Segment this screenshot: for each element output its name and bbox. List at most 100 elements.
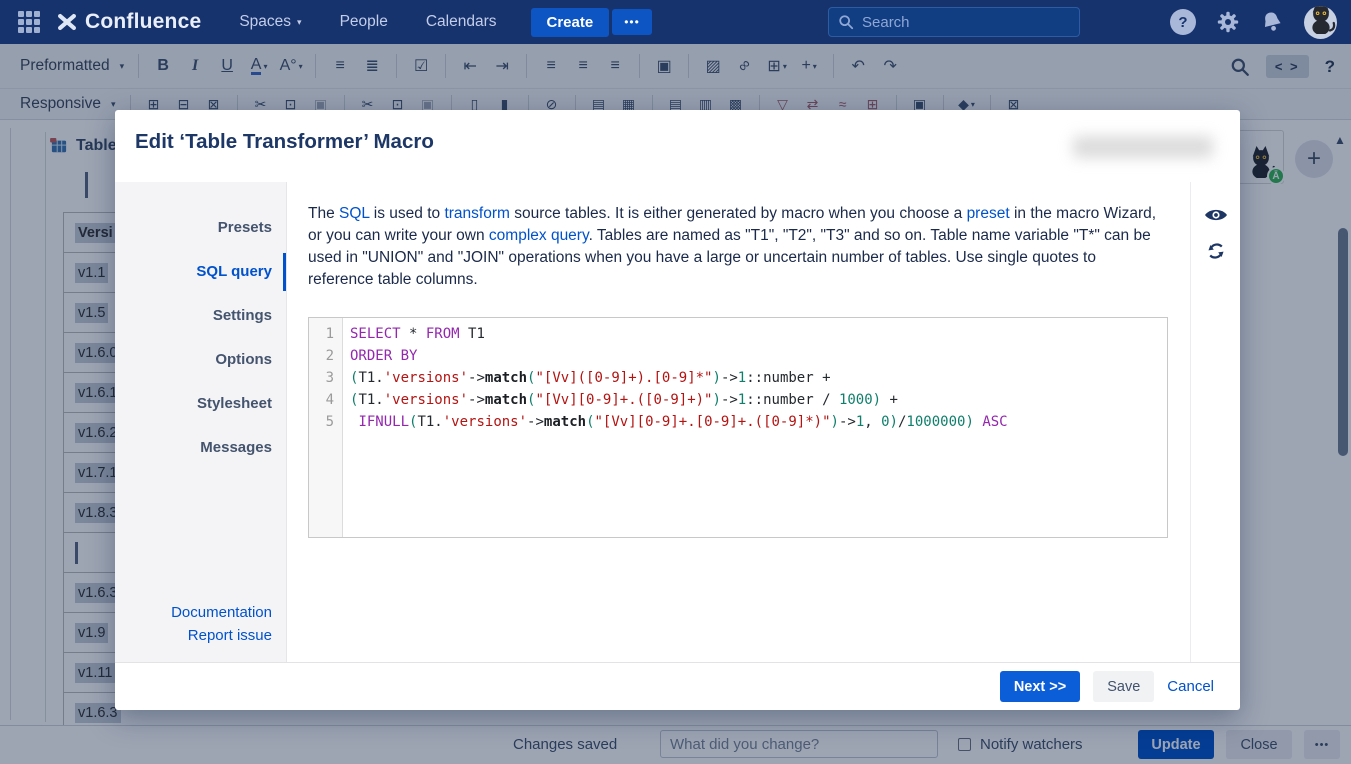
code-token: T1. <box>358 392 384 408</box>
topbar-right: ? <box>1170 0 1337 44</box>
next-button[interactable]: Next >> <box>999 671 1081 702</box>
code-token: 0 <box>881 414 890 430</box>
code-token: ) <box>965 414 974 430</box>
code-line: ORDER BY <box>350 345 1008 367</box>
user-avatar[interactable] <box>1304 5 1337 39</box>
top-nav-bar: Confluence Spaces ▾ People Calendars Create… <box>0 0 1351 44</box>
code-token: 'versions' <box>442 414 528 430</box>
tab-sql-query[interactable]: SQL query <box>115 250 286 294</box>
code-line: IFNULL(T1.'versions'->match("[Vv][0-9]+.… <box>350 411 1008 433</box>
tab-presets[interactable]: Presets <box>115 206 286 250</box>
description-link[interactable]: SQL <box>339 205 369 222</box>
code-token: * <box>400 326 426 342</box>
sql-description: The SQL is used to transform source tabl… <box>308 203 1164 291</box>
line-number: 5 <box>325 414 334 430</box>
sql-code-editor[interactable]: 12345 SELECT * FROM T1 ORDER BY (T1.'versi… <box>308 317 1168 538</box>
search-input[interactable]: Search <box>828 7 1080 37</box>
dialog-sidebar: Presets SQL query Settings Options Styleshee… <box>115 182 287 663</box>
code-line: (T1.'versions'->match("[Vv]([0-9]+).[0-9… <box>350 367 1008 389</box>
code-token: 1000 <box>838 392 873 408</box>
gear-icon[interactable] <box>1216 10 1240 34</box>
code-token: 'versions' <box>383 392 469 408</box>
description-link[interactable]: preset <box>967 205 1010 222</box>
code-token: -> <box>527 414 544 430</box>
create-button[interactable]: Create <box>530 7 610 37</box>
tab-messages[interactable]: Messages <box>115 426 286 470</box>
redacted-text <box>1073 136 1213 158</box>
help-icon[interactable]: ? <box>1170 9 1196 35</box>
code-token: "[Vv][0-9]+.([0-9]+)" <box>535 392 713 408</box>
code-token: "[Vv][0-9]+.[0-9]+.([0-9]*)" <box>594 414 831 430</box>
confluence-logo-icon <box>58 13 76 31</box>
link-report-issue[interactable]: Report issue <box>171 624 272 647</box>
dialog-right-rail <box>1190 182 1240 663</box>
save-button[interactable]: Save <box>1093 671 1155 702</box>
nav-label: Spaces <box>239 13 292 30</box>
confluence-app: Confluence Spaces ▾ People Calendars Create… <box>0 0 1351 764</box>
description-link[interactable]: complex query <box>489 227 589 244</box>
link-documentation[interactable]: Documentation <box>171 601 272 624</box>
code-line: SELECT * FROM T1 <box>350 323 1008 345</box>
code-token: 1 <box>737 392 747 408</box>
dialog-footer: Next >> Save Cancel <box>115 662 1240 710</box>
dialog-footer-links: Documentation Report issue <box>171 601 272 647</box>
description-link[interactable]: transform <box>444 205 509 222</box>
search-placeholder: Search <box>862 13 910 31</box>
nav-item-calendars[interactable]: Calendars <box>426 13 497 31</box>
code-token: , <box>864 414 882 430</box>
search-icon <box>839 15 854 30</box>
code-token: -> <box>468 392 485 408</box>
line-number: 4 <box>325 392 334 408</box>
app-switcher-icon[interactable] <box>18 11 40 33</box>
code-token: T1. <box>417 414 443 430</box>
code-token: match <box>484 392 528 408</box>
code-token: ) <box>889 414 898 430</box>
code-token: match <box>543 414 587 430</box>
topbar-more-button[interactable]: ••• <box>612 9 652 35</box>
line-number: 3 <box>325 370 334 386</box>
description-text: source tables. It is either generated by… <box>509 205 967 222</box>
tab-settings[interactable]: Settings <box>115 294 286 338</box>
code-token: -> <box>468 370 485 386</box>
nav-label: People <box>339 13 388 30</box>
code-token: 1 <box>737 370 747 386</box>
preview-eye-icon[interactable] <box>1204 206 1228 224</box>
code-token: ::number + <box>746 370 831 386</box>
code-token: ASC <box>982 414 1008 430</box>
line-number: 2 <box>325 348 334 364</box>
tab-options[interactable]: Options <box>115 338 286 382</box>
nav-item-people[interactable]: People <box>340 13 388 31</box>
code-token: -> <box>720 392 738 408</box>
code-token: ) <box>830 414 839 430</box>
notifications-bell-icon[interactable] <box>1260 10 1284 34</box>
code-token: ) <box>872 392 882 408</box>
dialog-tabs: Presets SQL query Settings Options Styleshee… <box>115 206 286 470</box>
cancel-button[interactable]: Cancel <box>1167 678 1214 695</box>
code-token: "[Vv]([0-9]+).[0-9]*" <box>535 370 713 386</box>
code-token: ) <box>712 370 721 386</box>
code-token: FROM <box>425 326 460 342</box>
code-token: -> <box>720 370 738 386</box>
top-menu: Spaces ▾ People Calendars <box>201 13 496 31</box>
nav-label: Calendars <box>425 13 497 30</box>
line-number: 1 <box>325 326 334 342</box>
tab-stylesheet[interactable]: Stylesheet <box>115 382 286 426</box>
description-text: is used to <box>369 205 445 222</box>
code-token: match <box>484 370 528 386</box>
code-token: IFNULL <box>358 414 410 430</box>
code-line: (T1.'versions'->match("[Vv][0-9]+.([0-9]… <box>350 389 1008 411</box>
confluence-logo[interactable]: Confluence <box>56 10 201 34</box>
code-token: 1000000 <box>906 414 966 430</box>
code-token: -> <box>838 414 856 430</box>
code-lines[interactable]: SELECT * FROM T1 ORDER BY (T1.'versions'->… <box>343 318 1008 537</box>
dialog-title: Edit ‘Table Transformer’ Macro <box>135 130 434 153</box>
code-token: T1. <box>358 370 384 386</box>
macro-editor-dialog: Edit ‘Table Transformer’ Macro Presets SQ… <box>115 110 1240 710</box>
code-token: 1 <box>855 414 865 430</box>
refresh-icon[interactable] <box>1206 241 1226 261</box>
nav-item-spaces[interactable]: Spaces ▾ <box>239 13 301 31</box>
code-token: T1 <box>459 326 485 342</box>
code-token: SELECT <box>350 326 401 342</box>
code-token: ::number / <box>746 392 839 408</box>
cat-avatar-image <box>1306 5 1336 39</box>
